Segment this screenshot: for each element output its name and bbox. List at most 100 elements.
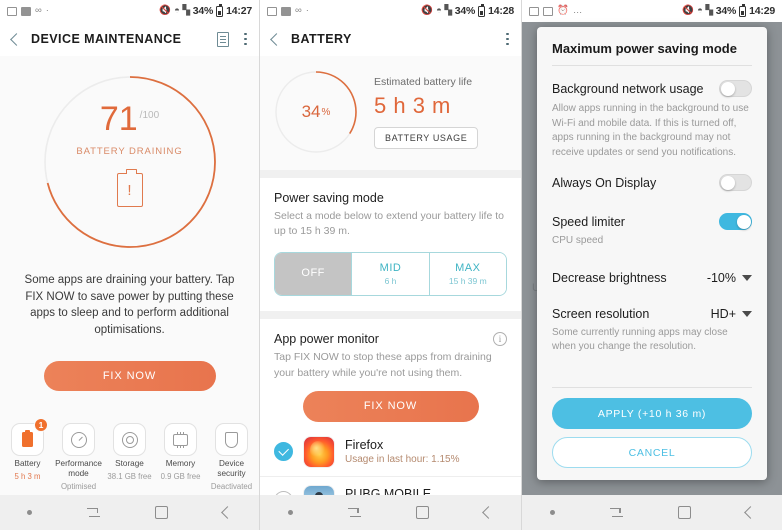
maintenance-tabs: 1 Battery 5 h 3 m Performance mode Optim… [0, 418, 259, 495]
back-icon[interactable] [10, 32, 23, 46]
checkbox-icon[interactable] [274, 442, 293, 462]
fix-now-button[interactable]: FIX NOW [302, 390, 479, 422]
battery-tab-icon-wrap: 1 [11, 418, 48, 457]
recents-icon[interactable] [347, 507, 361, 518]
app-bar: BATTERY [260, 22, 521, 56]
navigation-bar [260, 495, 521, 530]
back-nav-icon[interactable] [743, 506, 757, 519]
mode-label: MAX [455, 262, 481, 275]
section-header: App power monitor i [274, 332, 507, 347]
sidebar-item-memory[interactable]: Memory 0.9 GB free [155, 423, 206, 491]
status-badge: 1 [34, 418, 48, 433]
brightness-select[interactable]: -10% [707, 271, 752, 285]
mute-icon: 🔇 [421, 5, 434, 17]
assistant-dot-icon[interactable] [287, 510, 293, 515]
sidebar-item-performance-mode[interactable]: Performance mode Optimised [53, 423, 104, 491]
report-icon[interactable] [217, 31, 230, 47]
app-power-monitor-section: App power monitor i Tap FIX NOW to stop … [260, 319, 521, 428]
percent-sign: % [321, 106, 331, 118]
power-mode-off[interactable]: OFF [275, 253, 353, 296]
disc-icon [121, 431, 138, 448]
power-mode-max[interactable]: MAX 15 h 39 m [429, 253, 506, 296]
fix-now-button[interactable]: FIX NOW [43, 360, 216, 391]
row-label: Speed limiter [552, 214, 625, 229]
mute-icon: 🔇 [682, 5, 695, 17]
sidebar-item-battery[interactable]: 1 Battery 5 h 3 m [2, 418, 53, 491]
power-mode-selector: OFF MID 6 h MAX 15 h 39 m [274, 252, 507, 297]
status-bar: ⏰ … 🔇 ◓ ▚ 34% 14:29 [522, 0, 782, 22]
row-screen-resolution[interactable]: Screen resolution HD+ [552, 285, 752, 321]
battery-summary: 34% Estimated battery life 5 h 3 m BATTE… [260, 56, 521, 170]
wifi-icon: ◓ [174, 5, 180, 17]
score-gauge: 71/100 BATTERY DRAINING ! [42, 74, 218, 250]
status-notification-icons: ∞ · [267, 6, 309, 16]
home-icon[interactable] [154, 506, 168, 519]
sidebar-item-device-security[interactable]: Device security Deactivated [206, 423, 257, 491]
more-notification-icon: … [572, 5, 583, 17]
score-max: /100 [139, 109, 160, 121]
info-icon[interactable]: i [493, 332, 507, 347]
row-speed-limiter[interactable]: Speed limiter [552, 191, 752, 230]
back-icon[interactable] [270, 32, 283, 46]
dialog-actions: APPLY (+10 h 36 m) CANCEL [552, 387, 752, 468]
screenshot-notification-icon [21, 6, 31, 16]
row-label: Screen resolution [552, 306, 650, 321]
app-usage: Usage in last hour: 1.15% [345, 454, 460, 466]
overflow-menu-icon[interactable] [242, 31, 249, 48]
app-bar-actions [217, 31, 249, 48]
sidebar-item-storage[interactable]: Storage 38.1 GB free [104, 423, 155, 491]
tab-sublabel: 5 h 3 m [14, 472, 41, 482]
background-network-toggle[interactable] [719, 80, 752, 97]
app-info: Firefox Usage in last hour: 1.15% [345, 438, 507, 465]
signal-icon: ▚ [705, 5, 713, 17]
overflow-menu-icon[interactable] [504, 31, 511, 48]
shield-icon [225, 431, 238, 448]
row-always-on-display[interactable]: Always On Display [552, 160, 752, 191]
tab-label: Performance mode [55, 459, 102, 479]
recents-icon[interactable] [87, 507, 101, 518]
battery-usage-button[interactable]: BATTERY USAGE [374, 126, 479, 149]
status-system-icons: 🔇 ◓ ▚ 34% 14:27 [159, 3, 252, 17]
row-note: CPU speed [552, 235, 604, 246]
recents-icon[interactable] [609, 507, 623, 518]
back-nav-icon[interactable] [482, 506, 496, 519]
app-bar-actions [504, 31, 511, 48]
tab-sublabel: 38.1 GB free [107, 472, 152, 482]
panel-device-maintenance: ∞ · 🔇 ◓ ▚ 34% 14:27 DEVICE MAINTENANCE 7… [0, 0, 260, 530]
apply-button[interactable]: APPLY (+10 h 36 m) [552, 398, 752, 429]
status-bar: ∞ · 🔇 ◓ ▚ 34% 14:28 [260, 0, 521, 22]
security-tab-icon-wrap [215, 423, 248, 457]
app-name: Firefox [345, 438, 384, 453]
assistant-dot-icon[interactable] [27, 510, 33, 515]
mode-sub: 15 h 39 m [448, 276, 487, 287]
row-note: Some currently running apps may close wh… [552, 326, 728, 353]
clock-notification-icon: ⏰ [557, 5, 569, 17]
speed-limiter-toggle[interactable] [719, 213, 752, 230]
row-decrease-brightness[interactable]: Decrease brightness -10% [552, 249, 752, 285]
row-background-network-usage[interactable]: Background network usage [552, 66, 752, 97]
power-mode-mid[interactable]: MID 6 h [352, 253, 430, 296]
status-bar: ∞ · 🔇 ◓ ▚ 34% 14:27 [0, 0, 259, 22]
section-subtitle: Tap FIX NOW to stop these apps from drai… [274, 351, 492, 379]
back-nav-icon[interactable] [220, 506, 234, 519]
battery-percent: 34% [715, 5, 737, 17]
max-power-saving-dialog: Maximum power saving mode Background net… [537, 27, 767, 480]
battery-percent: 34% [454, 5, 476, 17]
estimated-life-label: Estimated battery life [374, 75, 473, 88]
tab-sublabel: 0.9 GB free [160, 472, 201, 482]
home-icon[interactable] [416, 506, 430, 519]
row-label: Always On Display [552, 175, 657, 190]
home-icon[interactable] [677, 506, 691, 519]
list-item[interactable]: Firefox Usage in last hour: 1.15% [260, 428, 521, 476]
cancel-button[interactable]: CANCEL [552, 437, 752, 468]
always-on-display-toggle[interactable] [719, 174, 752, 191]
assistant-dot-icon[interactable] [549, 510, 555, 515]
chevron-down-icon [742, 274, 752, 281]
tab-sublabel: Deactivated [210, 482, 253, 491]
score-content: 71/100 BATTERY DRAINING ! [42, 74, 218, 250]
tab-sublabel: Optimised [60, 482, 97, 491]
resolution-select[interactable]: HD+ [711, 307, 752, 321]
battery-warning-icon: ! [116, 169, 143, 207]
screenshot-notification-icon [543, 6, 553, 16]
power-saving-section: Power saving mode Select a mode below to… [260, 178, 521, 312]
